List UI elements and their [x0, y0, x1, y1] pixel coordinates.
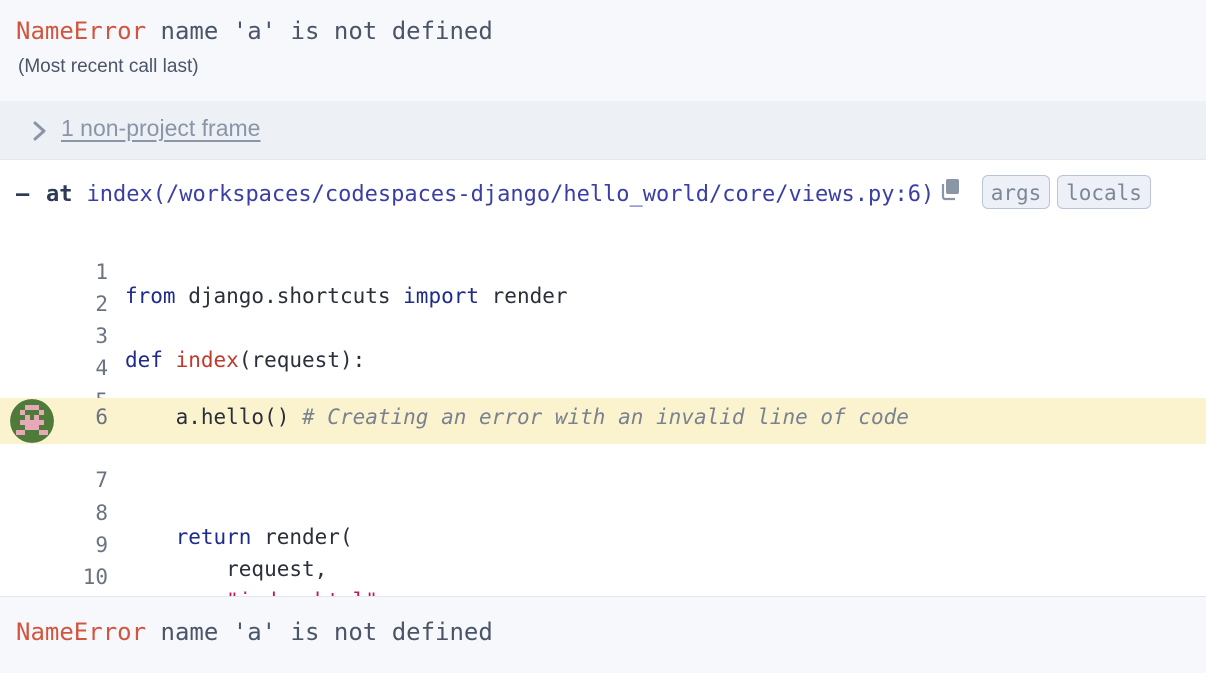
- code-line: 3 def index(request):: [0, 300, 1206, 372]
- error-message: name 'a' is not defined: [160, 618, 493, 646]
- code-line: 5 a = None: [0, 365, 1206, 437]
- error-footer-title: NameError name 'a' is not defined: [16, 618, 493, 646]
- error-message: name 'a' is not defined: [160, 17, 493, 45]
- chevron-right-icon: [33, 121, 46, 141]
- code-line: 1 from django.shortcuts import render: [0, 236, 1206, 308]
- line-source: a.hello() # Creating an error with an in…: [125, 405, 909, 429]
- code-line: 10 "index.html",: [0, 541, 1206, 613]
- error-header: NameError name 'a' is not defined (Most …: [0, 0, 1206, 101]
- frame-at-label: at: [46, 181, 73, 207]
- frame-location[interactable]: index(/workspaces/codespaces-django/hell…: [87, 182, 935, 207]
- copy-icon[interactable]: [940, 177, 964, 201]
- frame-header: – at index(/workspaces/codespaces-django…: [16, 177, 934, 211]
- locals-button[interactable]: locals: [1057, 175, 1151, 209]
- avatar: [10, 399, 54, 443]
- code-line: 2: [0, 268, 1206, 316]
- frame-collapse-toggle[interactable]: –: [16, 182, 46, 207]
- code-line: 9 request,: [0, 509, 1206, 581]
- error-subtitle: (Most recent call last): [18, 56, 199, 77]
- line-number: 10: [82, 565, 108, 589]
- error-type: NameError: [16, 618, 147, 646]
- args-button[interactable]: args: [982, 175, 1050, 209]
- code-line: 4: [0, 332, 1206, 380]
- line-number: 6: [95, 405, 108, 429]
- error-footer: NameError name 'a' is not defined: [0, 596, 1206, 673]
- highlighted-code-line: 6 a.hello() # Creating an error with an …: [0, 398, 1206, 444]
- code-line: 7: [0, 444, 1206, 492]
- error-title: NameError name 'a' is not defined: [16, 17, 493, 45]
- non-project-frames-link[interactable]: 1 non-project frame: [61, 115, 260, 142]
- code-line: 8 return render(: [0, 477, 1206, 549]
- error-type: NameError: [16, 17, 147, 45]
